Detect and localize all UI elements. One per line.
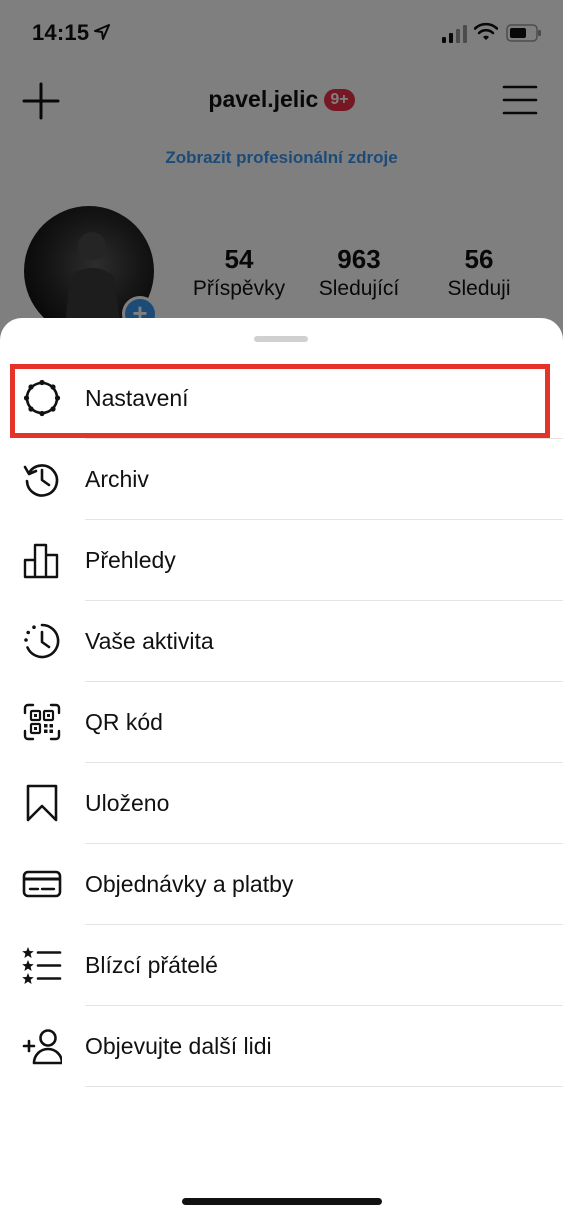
menu-item-label: Objevujte další lidi — [85, 1033, 272, 1059]
profile-background: 14:15 pavel.jelic 9+ Zobra — [0, 0, 563, 340]
menu-item-label: Archiv — [85, 466, 149, 492]
menu-item-label: Vaše aktivita — [85, 628, 214, 654]
options-bottom-sheet: Nastavení Archiv Přehledy Vaše aktivita … — [0, 318, 563, 1218]
menu-item-archive[interactable]: Archiv — [0, 439, 563, 520]
qr-code-icon — [23, 703, 61, 741]
menu-item-label: QR kód — [85, 709, 163, 735]
dim-overlay[interactable] — [0, 0, 563, 340]
menu-item-qr-code[interactable]: QR kód — [0, 682, 563, 763]
menu-item-label: Přehledy — [85, 547, 176, 573]
menu-item-label: Objednávky a platby — [85, 871, 294, 897]
bookmark-icon — [26, 784, 58, 822]
settings-highlight-box — [10, 364, 550, 438]
sheet-grabber-handle[interactable] — [254, 336, 308, 342]
menu-item-label: Uloženo — [85, 790, 170, 816]
menu-item-saved[interactable]: Uloženo — [0, 763, 563, 844]
activity-clock-icon — [24, 623, 60, 659]
menu-item-discover-people[interactable]: Objevujte další lidi — [0, 1006, 563, 1087]
menu-item-your-activity[interactable]: Vaše aktivita — [0, 601, 563, 682]
options-menu-list: Nastavení Archiv Přehledy Vaše aktivita … — [0, 358, 563, 1087]
close-friends-list-icon — [22, 947, 62, 984]
home-indicator[interactable] — [182, 1198, 382, 1205]
menu-item-insights[interactable]: Přehledy — [0, 520, 563, 601]
insights-bar-chart-icon — [23, 543, 59, 579]
archive-history-icon — [23, 464, 59, 497]
divider — [85, 1086, 563, 1087]
menu-item-close-friends[interactable]: Blízcí přátelé — [0, 925, 563, 1006]
menu-item-label: Blízcí přátelé — [85, 952, 218, 978]
credit-card-icon — [22, 870, 62, 898]
add-person-icon — [22, 1029, 62, 1065]
menu-item-orders-payments[interactable]: Objednávky a platby — [0, 844, 563, 925]
